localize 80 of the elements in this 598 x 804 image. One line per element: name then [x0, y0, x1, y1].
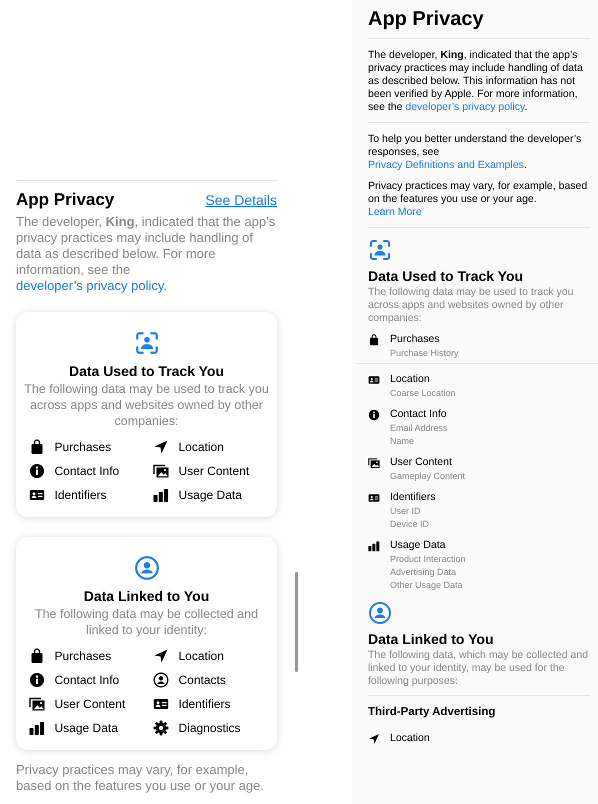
section-title: App Privacy [16, 190, 114, 210]
privacy-policy-link[interactable]: developer’s privacy policy [405, 101, 524, 113]
data-type-label: Location [390, 732, 430, 745]
privacy-intro-text: The developer, King, indicated that the app’s privacy practices may include handling of data as described below. This information has not been verified by Apple. For more information, see the developer’s privacy policy. [368, 49, 584, 114]
data-detail-text: Product Interaction [390, 553, 466, 565]
person-circle-icon [134, 555, 160, 581]
privacy-policy-link[interactable]: developer’s privacy policy [16, 278, 164, 293]
location-arrow-icon [152, 648, 168, 664]
scrollbar[interactable] [295, 572, 298, 672]
data-type-label: Location [178, 649, 224, 663]
page-title: App Privacy [368, 8, 485, 31]
data-type-label: User Content [54, 697, 126, 711]
location-arrow-icon [152, 439, 168, 455]
data-type-label: Identifiers [390, 491, 436, 504]
bar-chart-icon [28, 720, 44, 736]
privacy-card[interactable]: Data Used to Track You The following data may be used to track you across apps and websites owned by other companies: Purchases Location Contact Info User Content Identifiers Usage Data [16, 312, 277, 517]
id-card-icon [28, 487, 44, 503]
id-card-icon [368, 492, 380, 504]
data-type-label: User Content [178, 464, 250, 478]
card-description: The following data may be used to track you across apps and websites owned by other companies: [24, 381, 269, 429]
data-type-label: Usage Data [390, 539, 446, 552]
gear-icon [152, 720, 168, 736]
privacy-note-text: Privacy practices may vary, for example, based on the features you use or your age. [368, 180, 588, 206]
data-detail-text: Email Address [390, 422, 448, 434]
privacy-card[interactable]: Data Linked to You The following data may be collected and linked to your identity: Purchases Location Contact Info Contacts User Content Identifiers Usage Data Diagnostics [16, 537, 277, 750]
data-type-label: Contacts [178, 673, 226, 687]
privacy-note-text: Privacy practices may vary, for example, based on the features you use or your age. [16, 762, 265, 794]
see-details-link[interactable]: See Details [205, 192, 277, 208]
section-title: Data Used to Track You [368, 268, 524, 284]
data-type-label: Location [178, 440, 224, 454]
learn-more-link[interactable]: Learn More [368, 206, 590, 219]
shopping-bag-icon [28, 439, 44, 455]
info-icon [28, 463, 44, 479]
bar-chart-icon [368, 540, 380, 552]
photos-icon [368, 457, 380, 469]
info-icon [368, 409, 380, 421]
id-card-icon [152, 696, 168, 712]
bar-chart-icon [152, 487, 168, 503]
privacy-definitions-link[interactable]: Privacy Definitions and Examples [368, 159, 524, 171]
data-type-label: Purchases [54, 649, 112, 663]
id-card-icon [368, 374, 380, 386]
data-type-label: Contact Info [54, 673, 120, 687]
data-detail-text: Gameplay Content [390, 470, 466, 482]
data-type-label: Contact Info [54, 464, 120, 478]
data-detail-text: Name [390, 435, 416, 447]
data-detail-text: Coarse Location [390, 387, 456, 399]
info-icon [28, 672, 44, 688]
person-circle-icon [152, 672, 168, 688]
shopping-bag-icon [368, 334, 380, 346]
card-title: Data Used to Track You [68, 363, 224, 379]
data-type-label: Usage Data [178, 488, 242, 502]
data-detail-text: Purchase History [390, 347, 459, 359]
section-description: The following data, which may be collected and linked to your identity, may be used for the following purposes: [368, 649, 590, 688]
data-detail-text: User ID [390, 505, 422, 517]
data-type-label: Usage Data [54, 721, 118, 735]
data-type-label: Purchases [390, 333, 441, 346]
data-detail-text: Device ID [390, 518, 430, 530]
data-type-label: User Content [390, 456, 453, 469]
tracking-person-icon [134, 330, 160, 356]
section-title: Data Linked to You [368, 631, 494, 647]
photos-icon [152, 463, 168, 479]
data-type-label: Diagnostics [178, 721, 241, 735]
section-description: The following data may be used to track you across apps and websites owned by other companies: [368, 286, 574, 325]
data-type-label: Contact Info [390, 408, 448, 421]
photos-icon [28, 696, 44, 712]
location-arrow-icon [368, 733, 380, 745]
data-type-label: Identifiers [178, 697, 231, 711]
data-detail-text: Other Usage Data [390, 579, 464, 591]
purpose-title: Third-Party Advertising [368, 706, 496, 718]
data-type-label: Purchases [54, 440, 112, 454]
data-type-label: Location [390, 373, 431, 386]
card-description: The following data may be collected and linked to your identity: [34, 606, 260, 638]
privacy-intro-text: The developer, King, indicated that the app’s privacy practices may include handling of data as described below. For more information, see the developer’s privacy policy. [16, 214, 276, 294]
tracking-person-icon [368, 238, 392, 262]
data-type-label: Identifiers [54, 488, 107, 502]
data-detail-text: Advertising Data [390, 566, 458, 578]
card-title: Data Linked to You [84, 588, 210, 604]
person-circle-icon [368, 601, 392, 625]
help-text: To help you better understand the developer’s responses, see Privacy Definitions and Examples. [368, 133, 582, 172]
shopping-bag-icon [28, 648, 44, 664]
